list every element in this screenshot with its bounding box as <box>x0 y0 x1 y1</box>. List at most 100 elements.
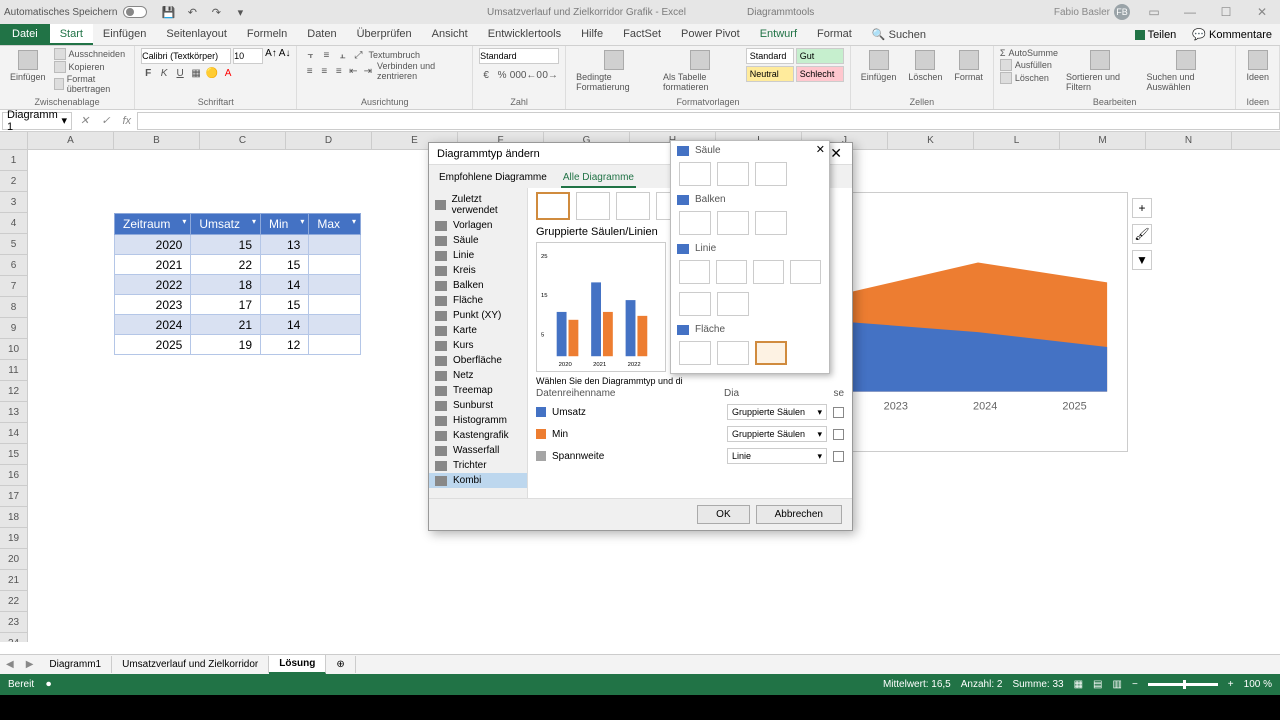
chart-filter-icon[interactable]: ▼ <box>1132 250 1152 270</box>
tab-file[interactable]: Datei <box>0 24 50 45</box>
combo-subtype-1[interactable] <box>536 192 570 220</box>
table-header[interactable]: Umsatz <box>191 214 261 235</box>
table-cell[interactable]: 14 <box>261 275 309 295</box>
paste-button[interactable]: Einfügen <box>6 48 50 84</box>
conditional-formatting-button[interactable]: Bedingte Formatierung <box>572 48 655 94</box>
chart-type-item[interactable]: Kombi <box>429 473 527 488</box>
tab-entwicklertools[interactable]: Entwicklertools <box>478 24 571 45</box>
fill-color-icon[interactable]: 🟡 <box>205 66 219 80</box>
table-cell[interactable] <box>309 295 361 315</box>
table-cell[interactable] <box>309 315 361 335</box>
table-header[interactable]: Max <box>309 214 361 235</box>
user-avatar[interactable]: FB <box>1114 4 1130 20</box>
tab-hilfe[interactable]: Hilfe <box>571 24 613 45</box>
wrap-text-button[interactable]: Textumbruch <box>367 48 421 62</box>
number-format-select[interactable] <box>479 48 559 64</box>
row-header[interactable]: 12 <box>0 381 28 402</box>
chart-type-item[interactable]: Kurs <box>429 338 527 353</box>
qat-more-icon[interactable]: ▾ <box>233 5 247 19</box>
row-header[interactable]: 8 <box>0 297 28 318</box>
table-cell[interactable] <box>309 275 361 295</box>
merge-button[interactable]: Verbinden und zentrieren <box>376 64 466 78</box>
row-header[interactable]: 21 <box>0 570 28 591</box>
align-center-icon[interactable]: ≡ <box>318 64 331 78</box>
tab-ueberpruefen[interactable]: Überprüfen <box>347 24 422 45</box>
table-cell[interactable]: 18 <box>191 275 261 295</box>
col-header[interactable]: L <box>974 132 1060 149</box>
embedded-chart[interactable]: 2023 2024 2025 <box>828 192 1128 452</box>
view-page-break-icon[interactable]: ▥ <box>1113 679 1122 690</box>
tab-einfuegen[interactable]: Einfügen <box>93 24 156 45</box>
dialog-tab-recommended[interactable]: Empfohlene Diagramme <box>437 169 549 188</box>
row-header[interactable]: 5 <box>0 234 28 255</box>
comments-button[interactable]: 💬 Kommentare <box>1184 24 1280 45</box>
table-cell[interactable]: 2024 <box>115 315 191 335</box>
table-cell[interactable]: 2021 <box>115 255 191 275</box>
bold-icon[interactable]: F <box>141 66 155 80</box>
currency-icon[interactable]: € <box>479 68 493 82</box>
row-header[interactable]: 13 <box>0 402 28 423</box>
table-cell[interactable] <box>309 255 361 275</box>
secondary-axis-checkbox[interactable] <box>833 407 844 418</box>
underline-icon[interactable]: U <box>173 66 187 80</box>
table-cell[interactable]: 2023 <box>115 295 191 315</box>
ideas-button[interactable]: Ideen <box>1242 48 1273 84</box>
row-header[interactable]: 2 <box>0 171 28 192</box>
undo-icon[interactable]: ↶ <box>185 5 199 19</box>
border-icon[interactable]: ▦ <box>189 66 203 80</box>
col-header[interactable]: M <box>1060 132 1146 149</box>
row-header[interactable]: 7 <box>0 276 28 297</box>
chart-type-item[interactable]: Zuletzt verwendet <box>429 192 527 218</box>
tab-powerpivot[interactable]: Power Pivot <box>671 24 750 45</box>
sheet-nav-prev[interactable]: ◀ <box>0 659 20 670</box>
table-cell[interactable]: 15 <box>261 255 309 275</box>
sheet-tab[interactable]: Diagramm1 <box>39 656 112 673</box>
format-cells-button[interactable]: Format <box>950 48 987 84</box>
column-clustered[interactable] <box>679 162 711 186</box>
increase-font-icon[interactable]: A↑ <box>265 48 277 64</box>
chart-type-item[interactable]: Karte <box>429 323 527 338</box>
line-stacked[interactable] <box>716 260 747 284</box>
chart-styles-icon[interactable]: 🖌 <box>1132 224 1152 244</box>
maximize-icon[interactable]: ☐ <box>1212 5 1240 19</box>
tab-factset[interactable]: FactSet <box>613 24 671 45</box>
align-bottom-icon[interactable]: ⫠ <box>335 48 349 62</box>
row-header[interactable]: 9 <box>0 318 28 339</box>
zoom-out-icon[interactable]: − <box>1132 679 1138 690</box>
dec-decimal-icon[interactable]: 0→ <box>543 68 557 82</box>
clear-button[interactable]: Löschen <box>1000 72 1058 84</box>
chart-type-item[interactable]: Vorlagen <box>429 218 527 233</box>
table-cell[interactable]: 13 <box>261 235 309 255</box>
chart-type-item[interactable]: Balken <box>429 278 527 293</box>
tab-daten[interactable]: Daten <box>297 24 346 45</box>
ribbon-options-icon[interactable]: ▭ <box>1140 5 1168 19</box>
area-stacked100[interactable] <box>755 341 787 365</box>
row-header[interactable]: 24 <box>0 633 28 642</box>
indent-dec-icon[interactable]: ⇤ <box>347 64 360 78</box>
row-header[interactable]: 14 <box>0 423 28 444</box>
insert-cells-button[interactable]: Einfügen <box>857 48 901 84</box>
col-header[interactable]: B <box>114 132 200 149</box>
row-header[interactable]: 10 <box>0 339 28 360</box>
chart-type-item[interactable]: Kastengrafik <box>429 428 527 443</box>
chart-type-item[interactable]: Kreis <box>429 263 527 278</box>
series-type-select[interactable]: Gruppierte Säulen▾ <box>727 404 827 420</box>
cell-style-gut[interactable]: Gut <box>796 48 844 64</box>
combo-subtype-3[interactable] <box>616 192 650 220</box>
line-markers[interactable] <box>790 260 821 284</box>
chart-type-item[interactable]: Punkt (XY) <box>429 308 527 323</box>
align-right-icon[interactable]: ≡ <box>333 64 346 78</box>
cut-button[interactable]: Ausschneiden <box>54 48 129 60</box>
cell-style-schlecht[interactable]: Schlecht <box>796 66 844 82</box>
table-cell[interactable]: 21 <box>191 315 261 335</box>
chart-type-item[interactable]: Oberfläche <box>429 353 527 368</box>
align-middle-icon[interactable]: ≡ <box>319 48 333 62</box>
autosave-toggle[interactable] <box>123 6 147 18</box>
zoom-in-icon[interactable]: + <box>1228 679 1234 690</box>
table-header[interactable]: Min <box>261 214 309 235</box>
comma-icon[interactable]: 000 <box>511 68 525 82</box>
area-basic[interactable] <box>679 341 711 365</box>
accept-formula-icon[interactable]: ✓ <box>95 114 116 127</box>
table-cell[interactable] <box>309 235 361 255</box>
select-all-corner[interactable] <box>0 132 28 149</box>
